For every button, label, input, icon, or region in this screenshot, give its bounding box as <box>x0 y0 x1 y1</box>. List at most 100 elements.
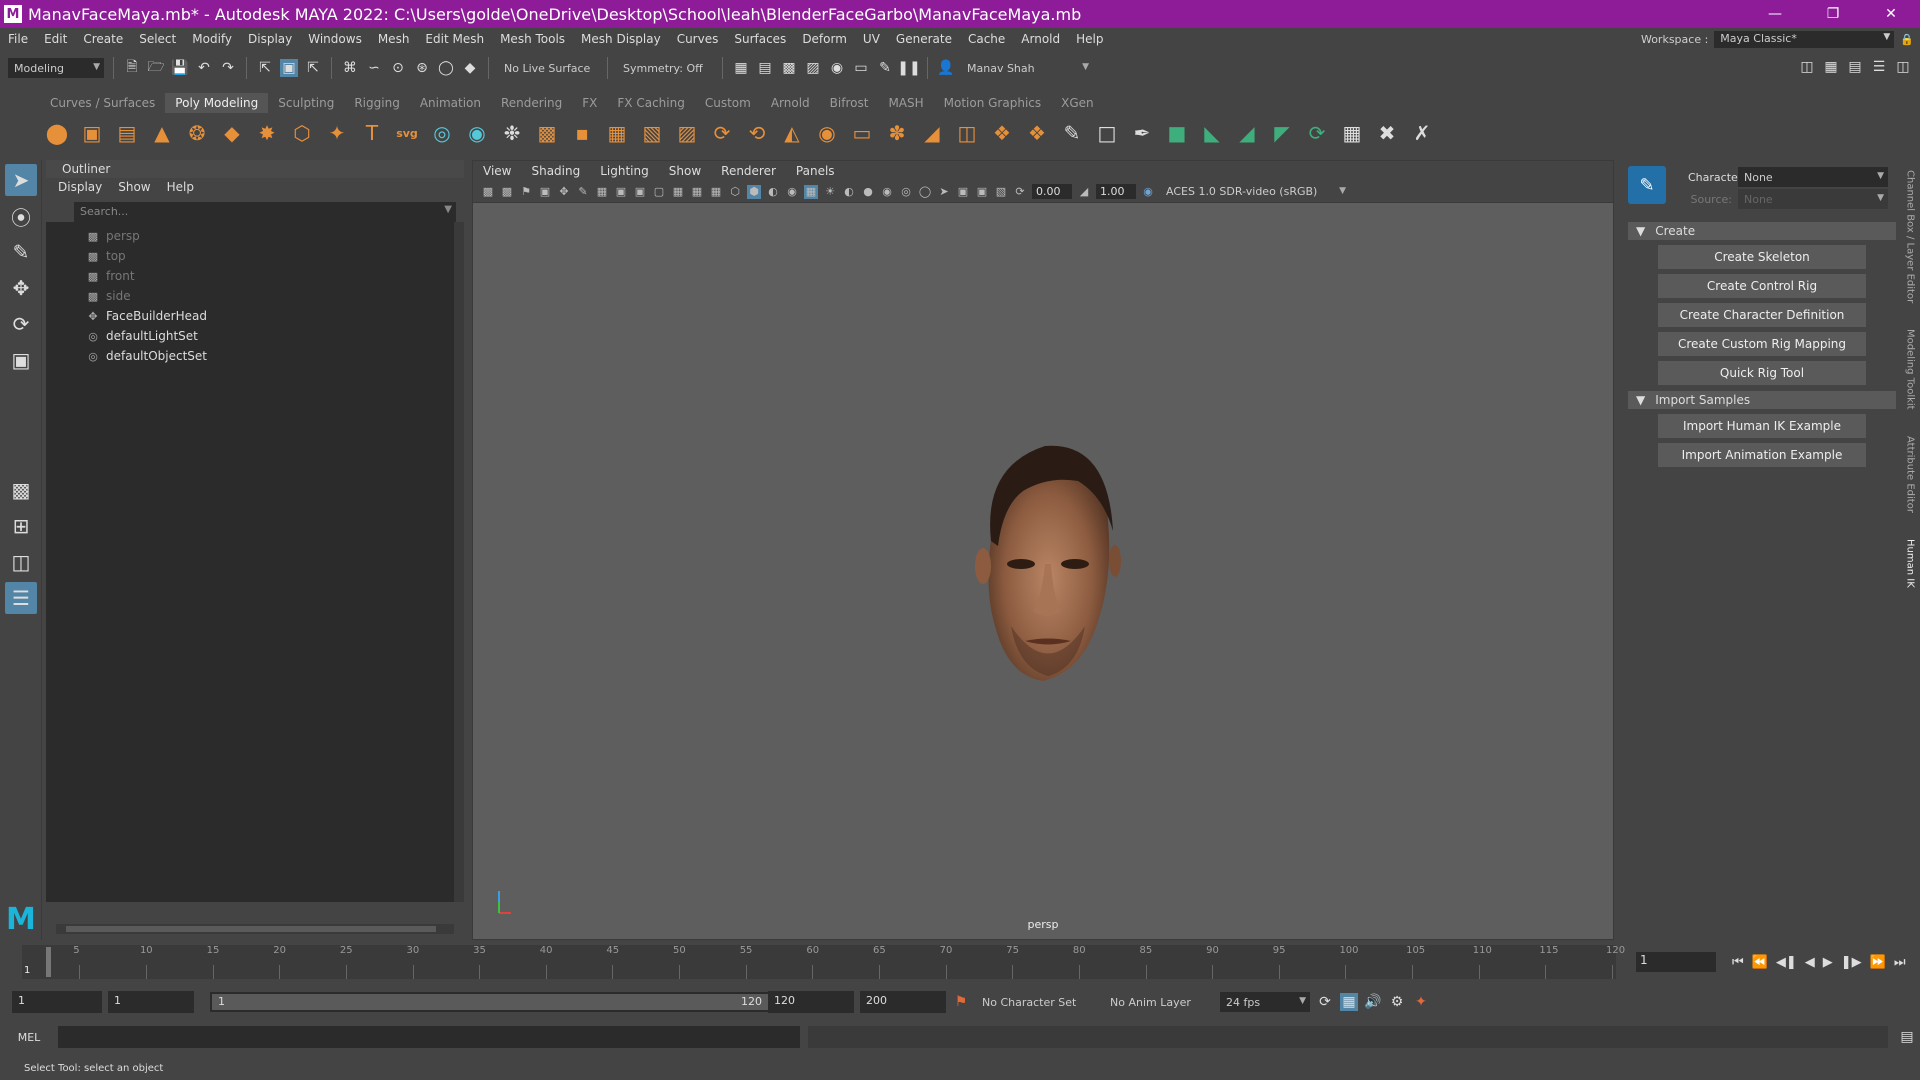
character-controls-icon[interactable]: ✦ <box>1412 993 1430 1011</box>
arnold-render-icon[interactable]: ✎ <box>876 59 894 77</box>
tool-settings-icon[interactable]: ▤ <box>1846 58 1864 76</box>
auto-key-icon[interactable]: ⚑ <box>952 993 970 1011</box>
fill-hole-icon[interactable]: ✽ <box>884 120 910 146</box>
outliner-menu-help[interactable]: Help <box>167 180 194 194</box>
depth-of-field-icon[interactable]: ◯ <box>918 185 932 199</box>
menu-surfaces[interactable]: Surfaces <box>726 32 794 46</box>
multi-cut-icon[interactable]: ✎ <box>1059 120 1085 146</box>
use-all-lights-icon[interactable]: ☀ <box>823 185 837 199</box>
edge-loop-icon[interactable]: ✒ <box>1129 120 1155 146</box>
scatter-icon[interactable]: ❉ <box>499 120 525 146</box>
playback-start-field[interactable]: 1 <box>108 991 194 1013</box>
smooth-shade-icon[interactable]: ⬢ <box>747 184 761 199</box>
four-view-layout-icon[interactable]: ⊞ <box>5 510 37 542</box>
channel-box-icon[interactable]: ☰ <box>1870 58 1888 76</box>
menu-display[interactable]: Display <box>240 32 300 46</box>
face-mesh[interactable] <box>963 436 1128 691</box>
bridge-icon[interactable]: ▭ <box>849 120 875 146</box>
viewport-menu-lighting[interactable]: Lighting <box>600 164 649 178</box>
shelf-tab-curves-surfaces[interactable]: Curves / Surfaces <box>40 93 165 113</box>
current-time-indicator[interactable] <box>46 947 51 977</box>
menu-mesh[interactable]: Mesh <box>370 32 418 46</box>
menu-edit[interactable]: Edit <box>36 32 75 46</box>
sew-uv-icon[interactable]: ✗ <box>1409 120 1435 146</box>
lasso-tool-icon[interactable]: ⦿ <box>5 200 37 232</box>
symmetry-dropdown[interactable]: Symmetry: Off <box>617 58 713 78</box>
outliner-layout-icon[interactable]: ☰ <box>5 582 37 614</box>
extrude-icon[interactable]: ◭ <box>779 120 805 146</box>
target-weld-icon[interactable]: □ <box>1094 120 1120 146</box>
auto-map-icon[interactable]: ⟳ <box>1304 120 1330 146</box>
shelf-tab-poly-modeling[interactable]: Poly Modeling <box>165 93 269 113</box>
bookmark-icon[interactable]: ⚑ <box>519 185 533 199</box>
create-custom-rig-mapping-button[interactable]: Create Custom Rig Mapping <box>1658 332 1866 356</box>
poly-plane-icon[interactable]: ◆ <box>219 120 245 146</box>
collapse-icon[interactable]: ❖ <box>1024 120 1050 146</box>
hypershade-icon[interactable]: ◉ <box>828 59 846 77</box>
create-control-rig-button[interactable]: Create Control Rig <box>1658 274 1866 298</box>
scale-tool-icon[interactable]: ▣ <box>5 344 37 376</box>
xray-joints-icon[interactable]: ▣ <box>975 185 989 199</box>
outliner-item-front[interactable]: ▩ front <box>46 266 456 286</box>
loop-icon[interactable]: ⟳ <box>1316 993 1334 1011</box>
wedge-icon[interactable]: ◫ <box>954 120 980 146</box>
character-dropdown[interactable]: None ▼ <box>1738 167 1888 187</box>
poly-cylinder-icon[interactable]: ▤ <box>114 120 140 146</box>
separate-icon[interactable]: ▪ <box>569 120 595 146</box>
resolution-gate-icon[interactable]: ▣ <box>633 185 647 199</box>
outliner-item-top[interactable]: ▩ top <box>46 246 456 266</box>
undo-icon[interactable]: ↶ <box>195 59 213 77</box>
select-hierarchy-icon[interactable]: ⇱ <box>256 59 274 77</box>
super-shape-icon[interactable]: ✦ <box>324 120 350 146</box>
outliner-item-persp[interactable]: ▩ persp <box>46 226 456 246</box>
menu-help[interactable]: Help <box>1068 32 1111 46</box>
select-tool-icon[interactable]: ➤ <box>5 164 37 196</box>
textured-icon[interactable]: ▦ <box>804 184 818 199</box>
workspace-dropdown[interactable]: Maya Classic* ▼ <box>1714 30 1895 48</box>
import-human-ik-example-button[interactable]: Import Human IK Example <box>1658 414 1866 438</box>
tab-human-ik[interactable]: Human IK <box>1905 539 1916 588</box>
menu-create[interactable]: Create <box>75 32 131 46</box>
poly-cone-icon[interactable]: ▲ <box>149 120 175 146</box>
view-transform-dropdown[interactable]: ACES 1.0 SDR-video (sRGB) ▼ <box>1160 181 1350 202</box>
menu-modify[interactable]: Modify <box>184 32 240 46</box>
bevel-icon[interactable]: ◉ <box>814 120 840 146</box>
playback-end-field[interactable]: 120 <box>768 991 854 1013</box>
render-view-icon[interactable]: ▭ <box>852 59 870 77</box>
poke-icon[interactable]: ❖ <box>989 120 1015 146</box>
menu-edit-mesh[interactable]: Edit Mesh <box>417 32 492 46</box>
measure-tool-icon[interactable]: ◎ <box>429 120 455 146</box>
menu-generate[interactable]: Generate <box>888 32 960 46</box>
motion-blur-icon[interactable]: ◉ <box>880 185 894 199</box>
reduce-icon[interactable]: ⟳ <box>709 120 735 146</box>
svg-icon[interactable]: svg <box>394 120 420 146</box>
lock-icon[interactable]: 🔒 <box>1900 33 1914 46</box>
outliner-menu-show[interactable]: Show <box>118 180 150 194</box>
open-scene-icon[interactable]: 🗁 <box>147 59 165 77</box>
snap-vertex-icon[interactable]: ◆ <box>461 59 479 77</box>
new-scene-icon[interactable]: 🗎 <box>123 59 141 77</box>
uv-editor-icon[interactable]: ■ <box>1164 120 1190 146</box>
menu-file[interactable]: File <box>0 32 36 46</box>
mirror-icon[interactable]: ◉ <box>464 120 490 146</box>
animation-end-field[interactable]: 200 <box>860 991 946 1013</box>
play-backward-icon[interactable]: ◀ <box>1805 955 1815 970</box>
shelf-tab-fx-caching[interactable]: FX Caching <box>607 93 694 113</box>
camera-select-icon[interactable]: ▩ <box>481 185 495 199</box>
select-component-icon[interactable]: ⇱ <box>304 59 322 77</box>
create-character-definition-button[interactable]: Create Character Definition <box>1658 303 1866 327</box>
step-back-frame-icon[interactable]: ◀❚ <box>1776 955 1797 970</box>
shelf-tab-mash[interactable]: MASH <box>878 93 933 113</box>
shelf-tab-sculpting[interactable]: Sculpting <box>268 93 344 113</box>
safe-action-icon[interactable]: ▦ <box>690 185 704 199</box>
platonic-solid-icon[interactable]: ⬡ <box>289 120 315 146</box>
spherical-map-icon[interactable]: ◤ <box>1269 120 1295 146</box>
viewport-menu-view[interactable]: View <box>483 164 511 178</box>
wireframe-icon[interactable]: ⬡ <box>728 185 742 199</box>
animation-preferences-icon[interactable]: ⚙ <box>1388 993 1406 1011</box>
field-chart-icon[interactable]: ▦ <box>671 185 685 199</box>
anti-aliasing-icon[interactable]: ◎ <box>899 185 913 199</box>
layer-editor-icon[interactable]: ◫ <box>1894 58 1912 76</box>
type-text-icon[interactable]: T <box>359 120 385 146</box>
color-management-icon[interactable]: ◉ <box>1141 185 1155 199</box>
